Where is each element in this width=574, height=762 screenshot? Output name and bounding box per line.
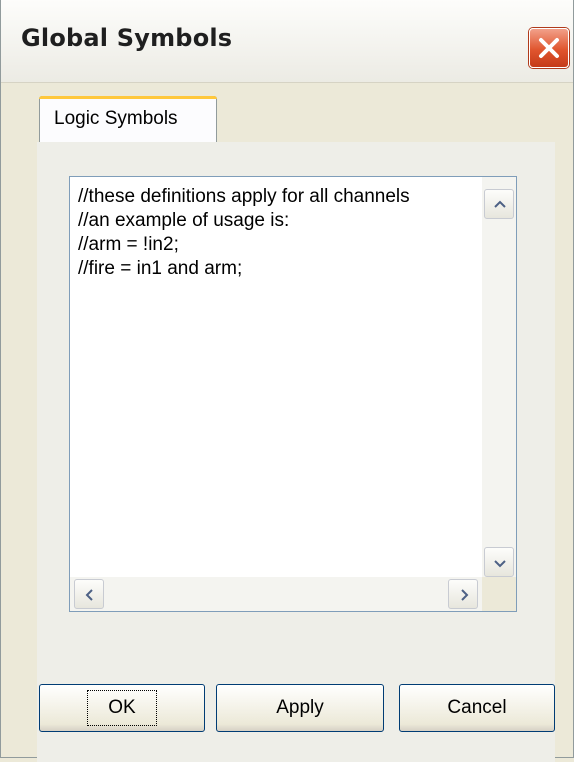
tab-label: Logic Symbols	[54, 108, 178, 129]
horizontal-scrollbar[interactable]	[70, 577, 482, 611]
cancel-button[interactable]: Cancel	[399, 684, 555, 732]
editor-line: //these definitions apply for all channe…	[78, 186, 410, 207]
editor-line: //an example of usage is:	[78, 210, 290, 231]
editor-line: //arm = !in2;	[78, 234, 179, 255]
title-bar[interactable]: Global Symbols	[1, 0, 573, 83]
scroll-down-button[interactable]	[484, 547, 514, 577]
editor-line: //fire = in1 and arm;	[78, 258, 243, 279]
scroll-right-button[interactable]	[448, 579, 478, 609]
vertical-scrollbar[interactable]	[482, 177, 516, 577]
ok-button[interactable]: OK	[39, 684, 205, 732]
close-button[interactable]	[529, 28, 569, 68]
dialog-window: Global Symbols Logic Symbols //these def…	[0, 0, 574, 762]
tab-logic-symbols[interactable]: Logic Symbols	[39, 96, 217, 142]
symbols-text-editor[interactable]: //these definitions apply for all channe…	[69, 176, 517, 612]
window-title: Global Symbols	[21, 24, 233, 52]
scrollbar-corner	[482, 577, 516, 611]
editor-content[interactable]: //these definitions apply for all channe…	[78, 185, 473, 281]
scroll-up-button[interactable]	[484, 189, 514, 219]
apply-button[interactable]: Apply	[216, 684, 384, 732]
scroll-left-button[interactable]	[74, 579, 104, 609]
ok-button-label: OK	[87, 690, 157, 726]
